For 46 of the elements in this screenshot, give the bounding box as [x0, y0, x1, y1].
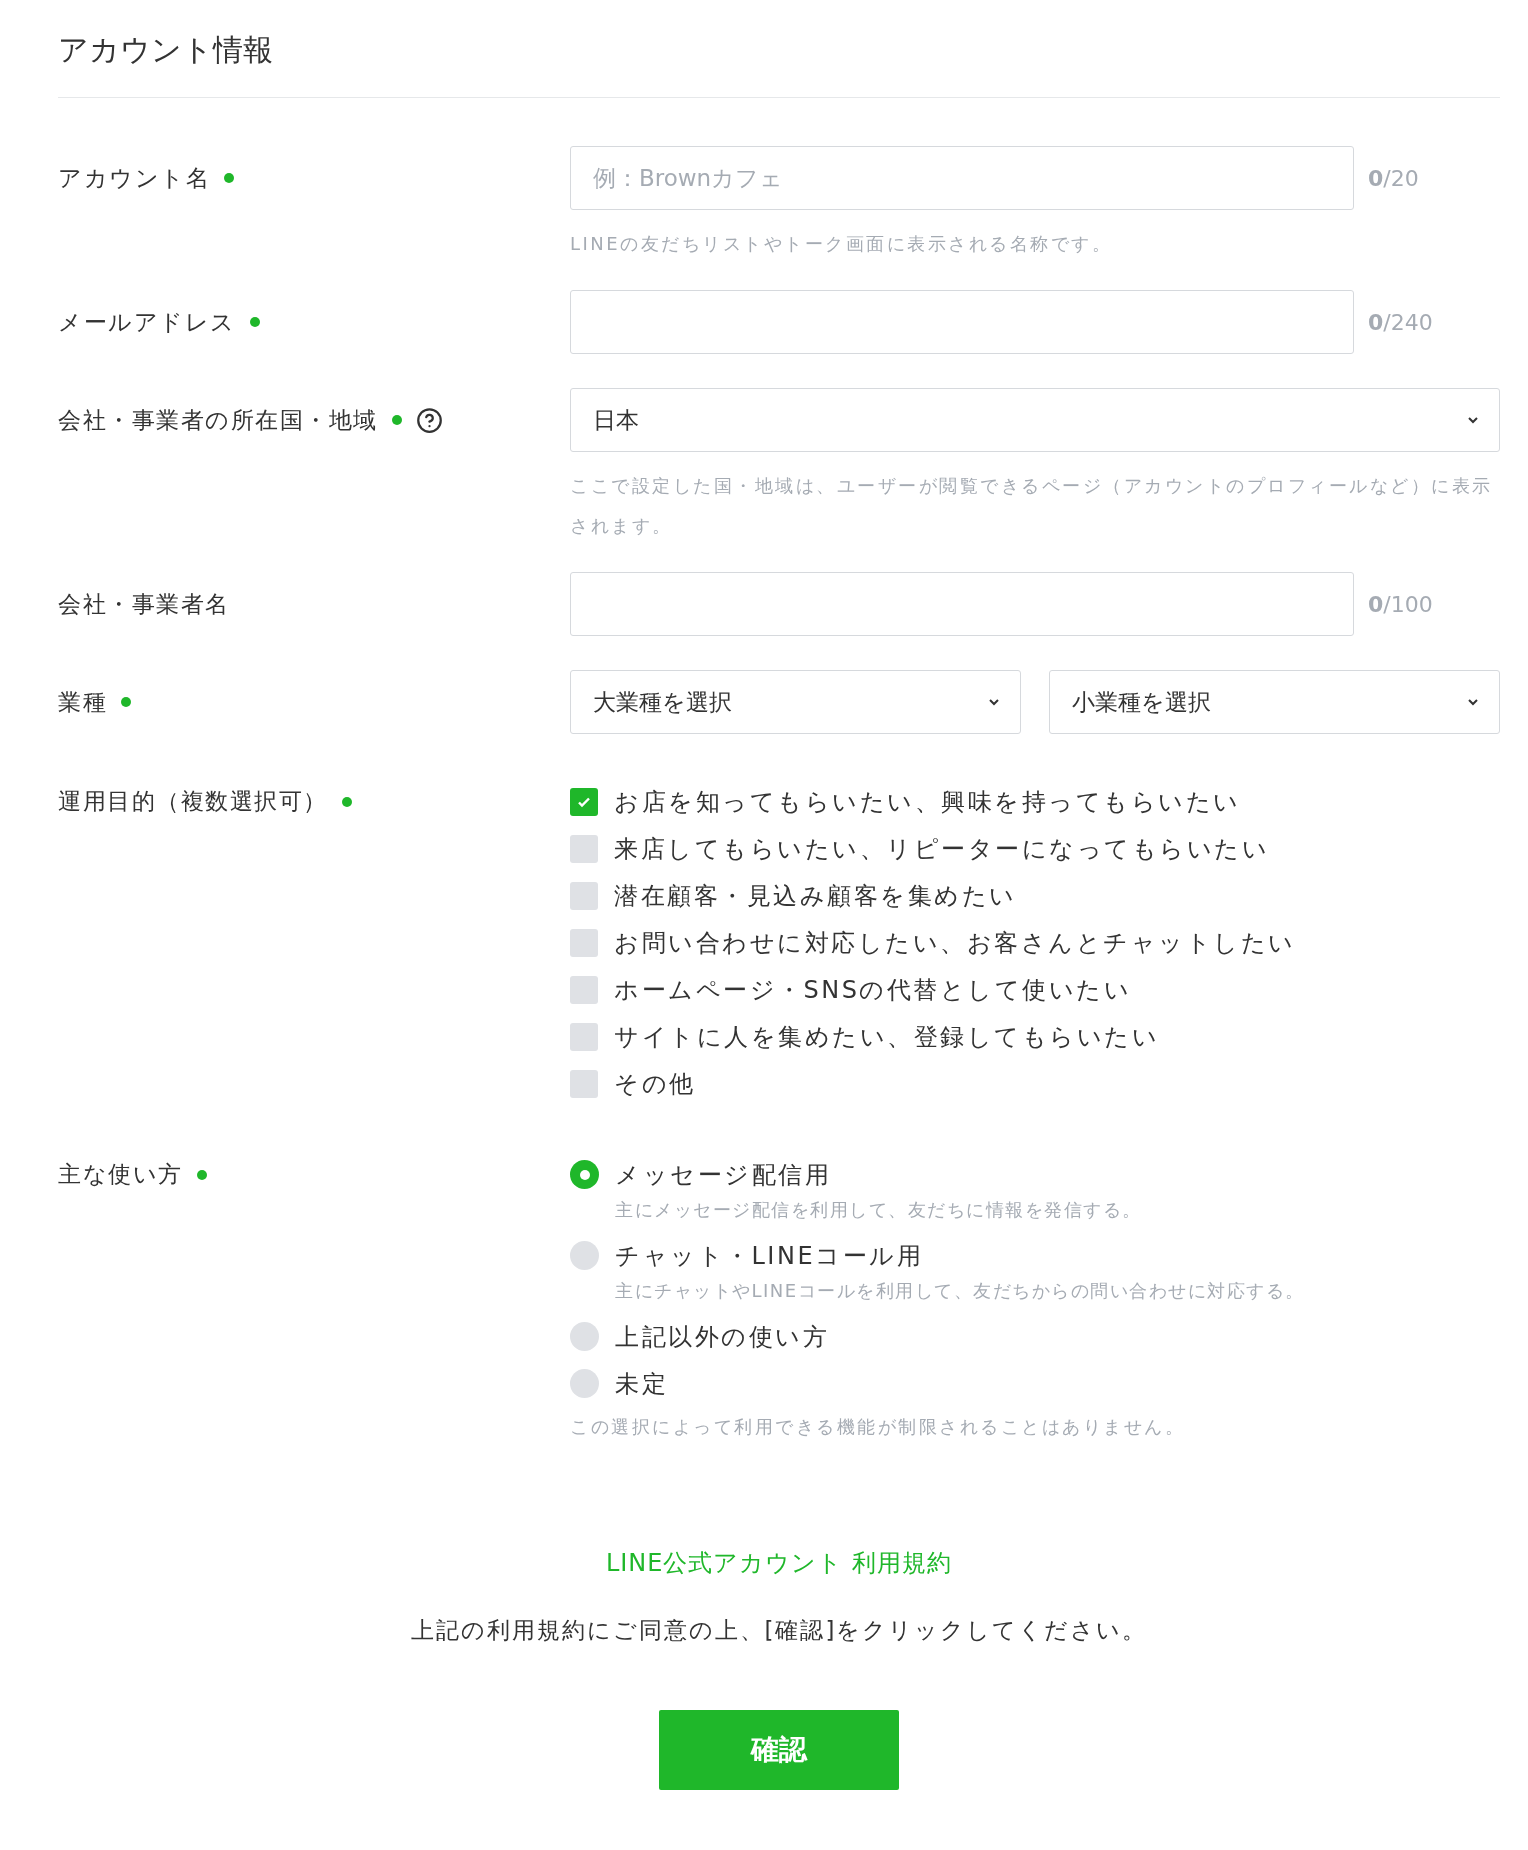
option-description: 主にチャットやLINEコールを利用して、友だちからの問い合わせに対応する。 — [615, 1279, 1306, 1303]
checkbox[interactable] — [570, 928, 598, 957]
character-counter: 0/100 — [1368, 591, 1433, 617]
field-label: メールアドレス — [58, 307, 236, 337]
field-hint: ここで設定した国・地域は、ユーザーが閲覧できるページ（アカウントのプロフィールなど）に表示されます。 — [570, 474, 1494, 538]
section-title: アカウント情報 — [58, 30, 1500, 98]
radio-button[interactable] — [570, 1322, 599, 1351]
checkbox-option[interactable]: お店を知ってもらいたい、興味を持ってもらいたい — [570, 778, 1500, 825]
radio-option[interactable]: 未定 — [570, 1360, 1500, 1407]
field-label: 業種 — [58, 687, 107, 717]
industry-dropdown[interactable]: 小業種を選択 — [1049, 670, 1500, 734]
text-input-field[interactable] — [570, 572, 1354, 636]
field-label: 会社・事業者の所在国・地域 — [58, 405, 378, 435]
checkbox[interactable] — [570, 975, 598, 1004]
help-icon[interactable] — [415, 406, 443, 434]
radio-button[interactable] — [570, 1241, 599, 1270]
radio-option[interactable]: メッセージ配信用 — [570, 1151, 1500, 1198]
radio-button[interactable] — [570, 1160, 599, 1189]
text-input-field[interactable]: 例：Brownカフェ — [570, 146, 1354, 210]
checkbox-option[interactable]: サイトに人を集めたい、登録してもらいたい — [570, 1013, 1500, 1060]
text-input-field[interactable] — [570, 290, 1354, 354]
checkbox[interactable] — [570, 881, 598, 910]
option-description: 主にメッセージ配信を利用して、友だちに情報を発信する。 — [615, 1198, 1143, 1222]
field-label: アカウント名 — [58, 163, 210, 193]
agreement-text: 上記の利用規約にご同意の上、[確認]をクリックしてください。 — [410, 1616, 1148, 1645]
field-label: 運用目的（複数選択可） — [58, 787, 328, 816]
character-counter: 0/240 — [1368, 309, 1433, 335]
checkbox-option[interactable]: 潜在顧客・見込み顧客を集めたい — [570, 872, 1500, 919]
field-label: 主な使い方 — [58, 1160, 183, 1189]
checkbox-option[interactable]: 来店してもらいたい、リピーターになってもらいたい — [570, 825, 1500, 872]
industry-dropdown[interactable]: 大業種を選択 — [570, 670, 1021, 734]
character-counter: 0/20 — [1368, 165, 1419, 191]
checkbox[interactable] — [570, 1069, 598, 1098]
radio-option[interactable]: 上記以外の使い方 — [570, 1313, 1500, 1360]
field-hint: LINEの友だちリストやトーク画面に表示される名称です。 — [570, 232, 1114, 256]
checkbox-option[interactable]: お問い合わせに対応したい、お客さんとチャットしたい — [570, 919, 1500, 966]
checkbox[interactable] — [570, 1022, 598, 1051]
checkbox-option[interactable]: ホームページ・SNSの代替として使いたい — [570, 966, 1500, 1013]
checkbox-option[interactable]: その他 — [570, 1060, 1500, 1107]
checkbox[interactable] — [570, 834, 598, 863]
field-label: 会社・事業者名 — [58, 589, 230, 619]
field-hint: この選択によって利用できる機能が制限されることはありません。 — [570, 1415, 1186, 1439]
country-dropdown[interactable]: 日本 — [570, 388, 1500, 452]
checkbox[interactable] — [570, 787, 598, 816]
radio-option[interactable]: チャット・LINEコール用 — [570, 1232, 1500, 1279]
radio-button[interactable] — [570, 1369, 599, 1398]
